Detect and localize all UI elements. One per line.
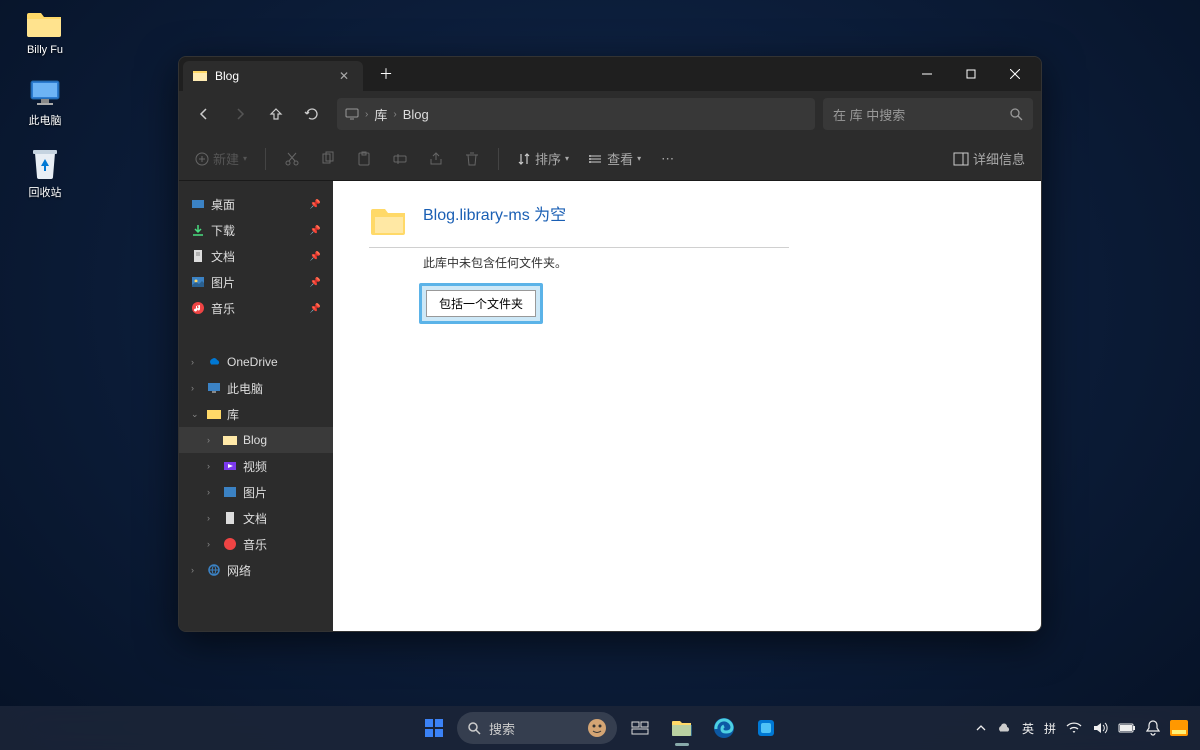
include-folder-button[interactable]: 包括一个文件夹 xyxy=(426,290,536,317)
sidebar-item-pictures[interactable]: 图片 📌 xyxy=(179,269,333,295)
tray-notification-icon[interactable] xyxy=(1146,720,1160,736)
search-box[interactable]: 在 库 中搜索 xyxy=(823,98,1033,130)
pin-icon: 📌 xyxy=(310,199,321,210)
tab-title: Blog xyxy=(215,69,327,83)
breadcrumb-segment[interactable]: Blog xyxy=(403,107,429,122)
sidebar-item-lib-music[interactable]: › 音乐 xyxy=(179,531,333,557)
file-explorer-window: Blog ✕ ＋ xyxy=(178,56,1042,632)
desktop-icon-label: Billy Fu xyxy=(27,44,63,56)
sidebar-item-lib-documents[interactable]: › 文档 xyxy=(179,505,333,531)
pin-icon: 📌 xyxy=(310,303,321,314)
folder-icon xyxy=(27,6,63,42)
tray-wifi-icon[interactable] xyxy=(1066,721,1082,735)
chevron-right-icon: › xyxy=(191,357,201,367)
sidebar-item-onedrive[interactable]: › OneDrive xyxy=(179,349,333,375)
pc-icon xyxy=(27,74,63,110)
sort-button[interactable]: 排序 ▾ xyxy=(509,143,577,175)
tab-blog[interactable]: Blog ✕ xyxy=(183,61,363,91)
maximize-button[interactable] xyxy=(949,57,993,91)
breadcrumb-segment[interactable]: 库 xyxy=(374,105,387,124)
library-title: Blog.library-ms 为空 xyxy=(423,201,566,241)
desktop-icon-user-folder[interactable]: Billy Fu xyxy=(10,6,80,56)
chevron-right-icon: › xyxy=(393,109,396,120)
refresh-button[interactable] xyxy=(295,97,329,131)
taskbar-search[interactable]: 搜索 xyxy=(457,712,617,744)
pin-icon: 📌 xyxy=(310,277,321,288)
tray-onedrive-icon[interactable] xyxy=(996,721,1012,735)
details-pane-button[interactable]: 详细信息 xyxy=(945,143,1033,175)
chevron-right-icon: › xyxy=(365,109,368,120)
sidebar-item-music[interactable]: 音乐 📌 xyxy=(179,295,333,321)
rename-button[interactable] xyxy=(384,143,416,175)
library-folder-icon xyxy=(369,201,409,241)
sidebar-item-this-pc[interactable]: › 此电脑 xyxy=(179,375,333,401)
pin-icon: 📌 xyxy=(310,251,321,262)
sidebar-item-blog[interactable]: › Blog xyxy=(179,427,333,453)
delete-button[interactable] xyxy=(456,143,488,175)
desktop-icon-label: 此电脑 xyxy=(29,112,62,128)
tray-ime-english[interactable]: 英 xyxy=(1022,720,1034,737)
task-view-button[interactable] xyxy=(621,709,659,747)
sidebar-item-videos[interactable]: › 视频 xyxy=(179,453,333,479)
toolbar: 新建 ▾ 排序 ▾ 查看 ▾ xyxy=(179,137,1041,181)
sidebar-item-network[interactable]: › 网络 xyxy=(179,557,333,583)
copy-button[interactable] xyxy=(312,143,344,175)
search-placeholder: 在 库 中搜索 xyxy=(833,105,905,124)
sidebar-item-desktop[interactable]: 桌面 📌 xyxy=(179,191,333,217)
up-button[interactable] xyxy=(259,97,293,131)
desktop-icon-recycle-bin[interactable]: 回收站 xyxy=(10,146,80,200)
new-button[interactable]: 新建 ▾ xyxy=(187,143,255,175)
sidebar-item-libraries[interactable]: ⌄ 库 xyxy=(179,401,333,427)
cut-button[interactable] xyxy=(276,143,308,175)
chevron-right-icon: › xyxy=(191,383,201,393)
more-button[interactable]: ⋯ xyxy=(653,143,682,175)
sidebar-item-documents[interactable]: 文档 📌 xyxy=(179,243,333,269)
tray-volume-icon[interactable] xyxy=(1092,721,1108,735)
new-tab-button[interactable]: ＋ xyxy=(371,60,401,88)
taskbar: 搜索 英 拼 xyxy=(0,706,1200,750)
desktop-icon-this-pc[interactable]: 此电脑 xyxy=(10,74,80,128)
sidebar-item-lib-pictures[interactable]: › 图片 xyxy=(179,479,333,505)
search-icon xyxy=(1009,107,1023,121)
tray-ime-pinyin[interactable]: 拼 xyxy=(1044,720,1056,737)
forward-button[interactable] xyxy=(223,97,257,131)
tray-app-icon[interactable] xyxy=(1170,720,1188,736)
sidebar-item-downloads[interactable]: 下载 📌 xyxy=(179,217,333,243)
desktop-icon-label: 回收站 xyxy=(29,184,62,200)
start-button[interactable] xyxy=(415,709,453,747)
chevron-down-icon: ⌄ xyxy=(191,409,201,420)
tab-close-button[interactable]: ✕ xyxy=(335,67,353,85)
monitor-icon xyxy=(345,107,359,121)
minimize-button[interactable] xyxy=(905,57,949,91)
content-pane: Blog.library-ms 为空 此库中未包含任何文件夹。 包括一个文件夹 xyxy=(333,181,1041,631)
view-button[interactable]: 查看 ▾ xyxy=(581,143,649,175)
library-icon xyxy=(193,69,207,83)
library-subtitle: 此库中未包含任何文件夹。 xyxy=(423,254,1015,271)
paste-button[interactable] xyxy=(348,143,380,175)
close-button[interactable] xyxy=(993,57,1037,91)
share-button[interactable] xyxy=(420,143,452,175)
pin-icon: 📌 xyxy=(310,225,321,236)
taskbar-edge[interactable] xyxy=(705,709,743,747)
titlebar: Blog ✕ ＋ xyxy=(179,57,1041,91)
tray-battery-icon[interactable] xyxy=(1118,722,1136,734)
sidebar: 桌面 📌 下载 📌 文档 📌 图片 📌 音乐 📌 xyxy=(179,181,333,631)
address-bar[interactable]: › 库 › Blog xyxy=(337,98,815,130)
back-button[interactable] xyxy=(187,97,221,131)
chevron-right-icon: › xyxy=(207,435,217,445)
taskbar-copilot[interactable] xyxy=(747,709,785,747)
tray-chevron-up-icon[interactable] xyxy=(976,723,986,733)
nav-bar: › 库 › Blog 在 库 中搜索 xyxy=(179,91,1041,137)
search-decoration-icon xyxy=(587,718,607,738)
recycle-icon xyxy=(27,146,63,182)
taskbar-explorer[interactable] xyxy=(663,709,701,747)
